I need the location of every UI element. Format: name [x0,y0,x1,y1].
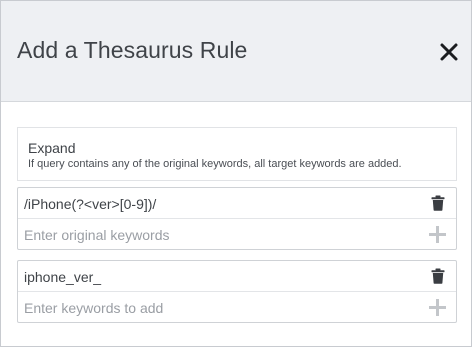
target-keywords-input[interactable] [19,294,409,322]
thesaurus-rule-dialog: Add a Thesaurus Rule Expand If query con… [0,0,472,347]
target-keyword-row: iphone_ver_ [18,261,456,292]
trash-icon [431,268,445,284]
trash-icon [431,195,445,211]
target-keywords-group: iphone_ver_ [17,260,457,323]
delete-target-keyword-button[interactable] [431,268,445,284]
close-icon [440,43,458,61]
plus-icon [429,226,446,243]
original-keyword-input-row [18,219,456,250]
original-keyword-row: /iPhone(?<ver>[0-9])/ [18,188,456,219]
add-original-keyword-button[interactable] [429,226,446,243]
delete-original-keyword-button[interactable] [431,195,445,211]
original-keywords-input[interactable] [19,221,409,249]
close-button[interactable] [439,42,459,62]
rule-type-name: Expand [28,140,76,156]
target-keyword-input-row [18,292,456,323]
target-keyword-value: iphone_ver_ [24,269,102,285]
rule-type-description: If query contains any of the original ke… [28,158,402,170]
plus-icon [429,299,446,316]
dialog-header: Add a Thesaurus Rule [1,1,471,102]
original-keywords-group: /iPhone(?<ver>[0-9])/ [17,187,457,250]
dialog-title: Add a Thesaurus Rule [17,37,248,63]
original-keyword-value: /iPhone(?<ver>[0-9])/ [24,196,157,212]
add-target-keyword-button[interactable] [429,299,446,316]
rule-type-box: Expand If query contains any of the orig… [17,127,457,181]
